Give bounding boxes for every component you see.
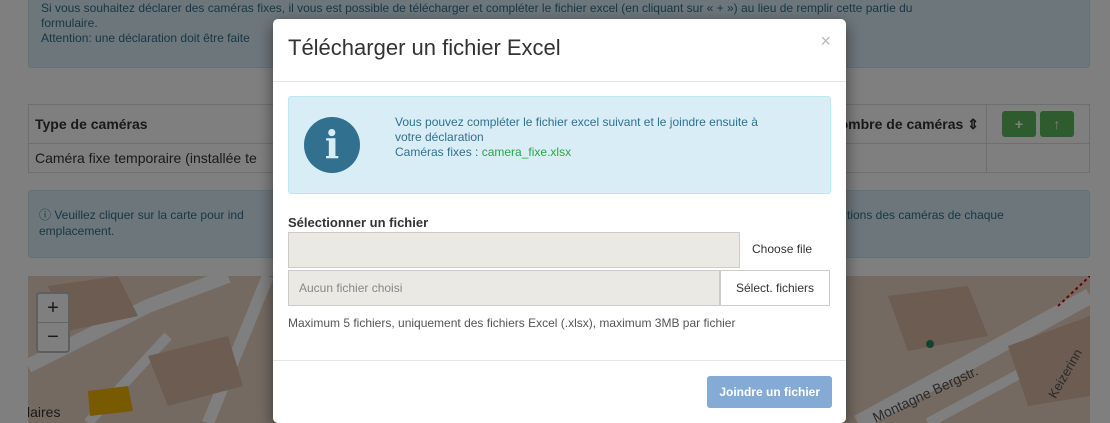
file-help-text: Maximum 5 fichiers, uniquement des fichi… (288, 316, 736, 330)
info-files-line: Caméras fixes : camera_fixe.xlsx (395, 145, 815, 160)
excel-template-link[interactable]: camera_fixe.xlsx (482, 145, 571, 159)
select-files-button[interactable]: Sélect. fichiers (720, 270, 830, 306)
info-line-1: Vous pouvez compléter le fichier excel s… (395, 115, 758, 129)
modal-footer: Joindre un fichier (273, 360, 846, 423)
file-input[interactable] (288, 232, 740, 268)
file-picker-row: Aucun fichier choisi Sélect. fichiers (288, 270, 831, 306)
file-dropzone-row: Choose file (288, 232, 831, 268)
info-line-2: votre déclaration (395, 130, 484, 144)
selected-files-field[interactable]: Aucun fichier choisi (288, 270, 720, 306)
modal-header: Télécharger un fichier Excel × (273, 19, 846, 82)
file-select-label: Sélectionner un fichier (288, 215, 429, 230)
upload-excel-modal: Télécharger un fichier Excel × i Vous po… (273, 19, 846, 423)
info-text: Vous pouvez compléter le fichier excel s… (395, 115, 815, 160)
attach-file-button[interactable]: Joindre un fichier (707, 376, 832, 408)
modal-title: Télécharger un fichier Excel (288, 35, 561, 60)
info-alert: i Vous pouvez compléter le fichier excel… (288, 96, 831, 194)
info-icon: i (304, 117, 360, 173)
choose-file-button[interactable]: Choose file (752, 242, 812, 256)
info-files-prefix: Caméras fixes : (395, 145, 482, 159)
close-icon[interactable]: × (820, 31, 831, 52)
